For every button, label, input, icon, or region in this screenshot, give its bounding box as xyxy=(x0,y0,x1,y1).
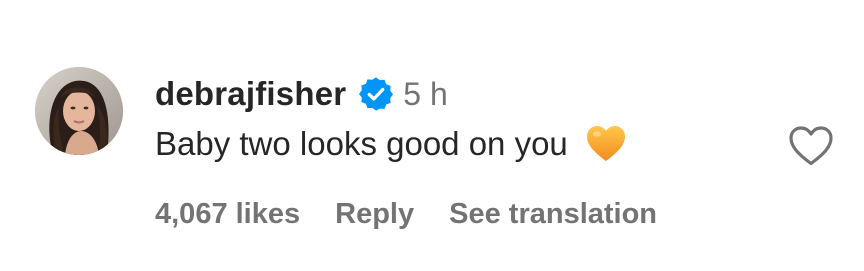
like-heart-button[interactable] xyxy=(788,125,834,167)
comment-actions: 4,067 likes Reply See translation xyxy=(155,193,657,235)
comment-header: debrajfisher 5 h xyxy=(155,72,448,116)
comment-item: debrajfisher 5 h Baby two looks good on … xyxy=(0,0,864,271)
orange-heart-emoji-icon xyxy=(586,125,626,163)
comment-body: Baby two looks good on you xyxy=(155,122,626,166)
verified-badge-icon xyxy=(358,76,394,112)
likes-count-link[interactable]: 4,067 likes xyxy=(155,198,300,231)
reply-button[interactable]: Reply xyxy=(335,198,414,231)
comment-text: Baby two looks good on you xyxy=(155,125,568,162)
username-link[interactable]: debrajfisher xyxy=(155,75,346,113)
comment-timestamp[interactable]: 5 h xyxy=(403,76,447,113)
see-translation-button[interactable]: See translation xyxy=(449,198,657,231)
heart-outline-icon xyxy=(789,126,833,166)
avatar[interactable] xyxy=(35,67,123,155)
